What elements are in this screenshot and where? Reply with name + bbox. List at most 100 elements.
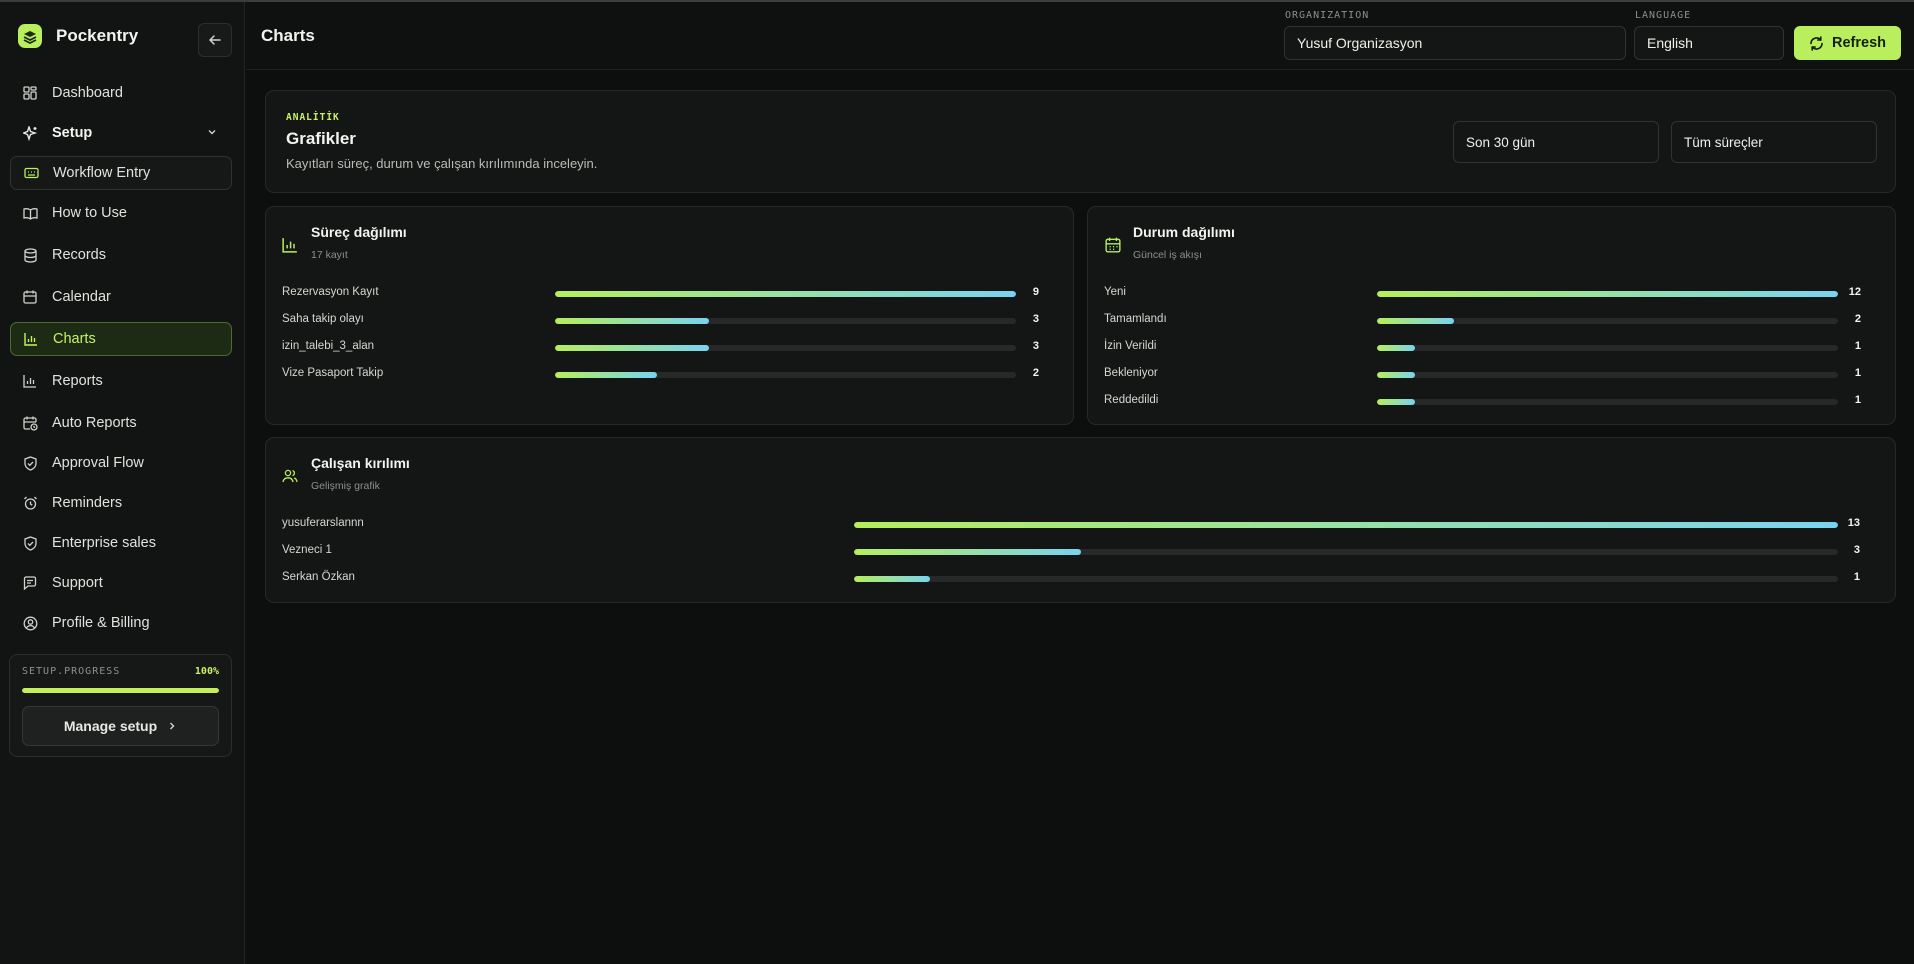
bar-track <box>1377 372 1838 378</box>
card-title: Çalışan kırılımı <box>311 455 410 471</box>
database-icon <box>22 247 38 263</box>
card-title: Süreç dağılımı <box>311 224 407 240</box>
setup-progress-fill <box>22 688 219 693</box>
bar-track <box>1377 399 1838 405</box>
sidebar: Pockentry Dashboard Setup Workflow Entry… <box>0 2 245 964</box>
bar-value-label: 2 <box>1854 313 1861 325</box>
bar-track <box>555 345 1016 351</box>
analytics-description: Kayıtları süreç, durum ve çalışan kırılı… <box>286 156 598 171</box>
calendar-icon <box>22 289 38 305</box>
sidebar-item-reports[interactable]: Reports <box>10 364 232 398</box>
sidebar-item-auto-reports[interactable]: Auto Reports <box>10 406 232 440</box>
bar-fill <box>1377 399 1416 405</box>
sidebar-item-support[interactable]: Support <box>10 566 232 600</box>
bar-fill <box>1377 318 1454 324</box>
organization-label: ORGANIZATION <box>1285 10 1370 21</box>
language-select[interactable]: English <box>1634 26 1784 60</box>
bar-track <box>555 291 1016 297</box>
message-icon <box>22 575 38 591</box>
bar-chart-icon <box>22 373 38 389</box>
bar-chart-icon <box>282 237 298 253</box>
bar-fill <box>555 345 709 351</box>
sidebar-item-approval-flow[interactable]: Approval Flow <box>10 446 232 480</box>
sidebar-section-setup[interactable]: Setup <box>10 116 232 150</box>
calendar-clock-icon <box>22 415 38 431</box>
sidebar-item-charts[interactable]: Charts <box>10 322 232 356</box>
bar-fill <box>1377 291 1838 297</box>
chevron-down-icon <box>208 130 216 135</box>
collapse-sidebar-button[interactable] <box>198 23 232 57</box>
bar-value-label: 3 <box>1853 544 1860 556</box>
refresh-label: Refresh <box>1832 35 1886 51</box>
bar-fill <box>854 522 1838 528</box>
bar-track <box>555 318 1016 324</box>
sidebar-item-label: Auto Reports <box>52 415 137 431</box>
bar-fill <box>854 576 930 582</box>
user-circle-icon <box>22 615 38 631</box>
alarm-icon <box>22 495 38 511</box>
bar-label: izin_talebi_3_alan <box>282 340 375 352</box>
sidebar-item-profile-billing[interactable]: Profile & Billing <box>10 606 232 640</box>
bar-fill <box>555 318 709 324</box>
bar-track <box>854 549 1838 555</box>
bar-value-label: 13 <box>1847 517 1860 529</box>
sidebar-item-workflow-entry[interactable]: Workflow Entry <box>10 156 232 190</box>
bar-label: Saha takip olayı <box>282 313 364 325</box>
period-filter-select[interactable]: Son 30 gün <box>1453 121 1659 163</box>
analytics-eyebrow: ANALİTİK <box>286 112 340 123</box>
card-title: Durum dağılımı <box>1133 224 1235 240</box>
manage-setup-button[interactable]: Manage setup <box>22 706 219 746</box>
bar-row: Tamamlandı 2 <box>1088 313 1895 327</box>
bar-row: yusuferarslannn 13 <box>266 517 1895 531</box>
sidebar-item-reminders[interactable]: Reminders <box>10 486 232 520</box>
bar-value-label: 1 <box>1854 340 1861 352</box>
page-title: Charts <box>261 26 315 45</box>
bar-label: Rezervasyon Kayıt <box>282 286 379 298</box>
setup-progress-value: 100% <box>194 666 219 677</box>
bar-label: Reddedildi <box>1104 394 1159 406</box>
bar-fill <box>1377 345 1416 351</box>
bar-value-label: 12 <box>1848 286 1861 298</box>
bar-label: Vize Pasaport Takip <box>282 367 384 379</box>
bar-row: Yeni 12 <box>1088 286 1895 300</box>
card-subtitle: Gelişmiş grafik <box>311 480 380 492</box>
bar-value-label: 9 <box>1032 286 1039 298</box>
process-filter-value: Tüm süreçler <box>1684 134 1763 150</box>
refresh-button[interactable]: Refresh <box>1794 26 1901 60</box>
analytics-title: Grafikler <box>286 129 356 148</box>
sidebar-item-label: Workflow Entry <box>53 165 151 181</box>
sidebar-item-calendar[interactable]: Calendar <box>10 280 232 314</box>
bar-chart-icon <box>23 331 39 347</box>
bar-value-label: 3 <box>1032 313 1039 325</box>
card-subtitle: 17 kayıt <box>311 249 348 261</box>
bar-fill <box>854 549 1082 555</box>
brand[interactable]: Pockentry <box>16 22 138 50</box>
arrow-left-icon <box>209 35 221 45</box>
bar-track <box>1377 291 1838 297</box>
organization-select[interactable]: Yusuf Organizasyon <box>1284 26 1626 60</box>
employee-breakdown-card: Çalışan kırılımı Gelişmiş grafik yusufer… <box>265 437 1896 603</box>
setup-progress-label: SETUP.PROGRESS <box>22 666 121 677</box>
process-filter-select[interactable]: Tüm süreçler <box>1671 121 1877 163</box>
sidebar-item-records[interactable]: Records <box>10 238 232 272</box>
organization-value: Yusuf Organizasyon <box>1297 35 1423 51</box>
bar-value-label: 1 <box>1854 394 1861 406</box>
keyboard-icon <box>23 165 39 181</box>
refresh-icon <box>1809 35 1824 51</box>
sidebar-item-label: Profile & Billing <box>52 615 150 631</box>
bar-fill <box>1377 372 1416 378</box>
bar-value-label: 2 <box>1032 367 1039 379</box>
status-distribution-card: Durum dağılımı Güncel iş akışı Yeni 12 Tam… <box>1087 206 1896 425</box>
shield-icon <box>22 535 38 551</box>
pockentry-logo-icon <box>18 24 42 48</box>
bar-label: Tamamlandı <box>1104 313 1167 325</box>
sidebar-item-how-to-use[interactable]: How to Use <box>10 196 232 230</box>
sidebar-item-dashboard[interactable]: Dashboard <box>10 76 232 110</box>
sidebar-item-label: Calendar <box>52 289 111 305</box>
users-icon <box>282 468 298 484</box>
sparkle-icon <box>22 125 38 141</box>
sidebar-item-enterprise-sales[interactable]: Enterprise sales <box>10 526 232 560</box>
app-name: Pockentry <box>56 26 139 45</box>
bar-fill <box>555 291 1016 297</box>
sidebar-item-label: How to Use <box>52 205 127 221</box>
